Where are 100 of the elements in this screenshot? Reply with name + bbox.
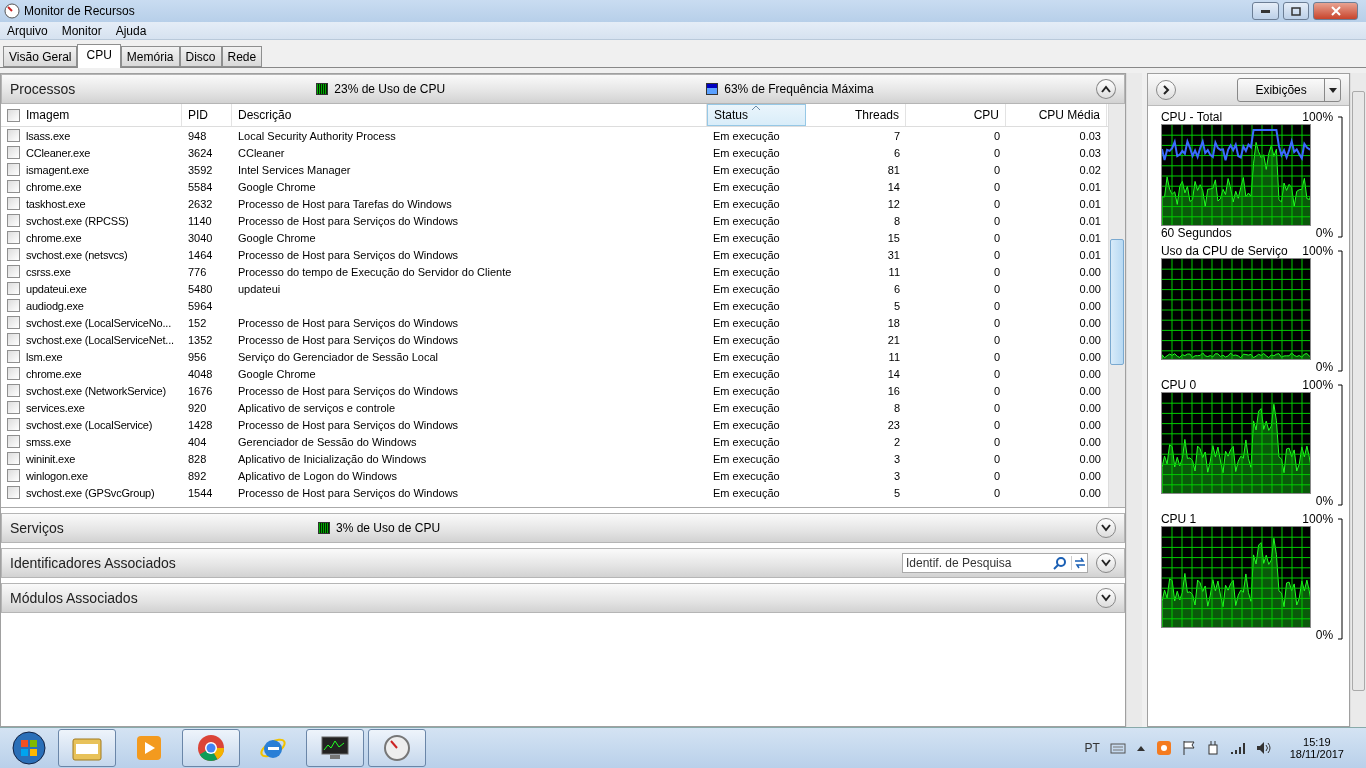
table-cell-text: svchost.exe (LocalServiceNet... (26, 333, 175, 346)
graph-title: CPU - Total (1160, 110, 1223, 124)
checkbox[interactable] (7, 265, 20, 278)
checkbox[interactable] (7, 163, 20, 176)
table-cell-text: Em execução (712, 248, 781, 261)
table-cell-text: Serviço do Gerenciador de Sessão Local (237, 350, 439, 363)
table-cell-text: Processo de Host para Serviços do Windows (237, 384, 460, 397)
gauge-icon (383, 734, 411, 762)
keyboard-icon[interactable] (1109, 742, 1126, 754)
checkbox[interactable] (7, 248, 20, 261)
tab[interactable]: Disco (179, 46, 222, 67)
expand-icon (1101, 559, 1111, 567)
table-cell-text: Em execução (712, 129, 781, 142)
checkbox[interactable] (7, 401, 20, 414)
checkbox[interactable] (7, 418, 20, 431)
expand-button[interactable] (1096, 553, 1116, 573)
checkbox[interactable] (7, 146, 20, 159)
table-cell-text: Aplicativo de Logon do Windows (237, 469, 398, 482)
checkbox[interactable] (7, 367, 20, 380)
search-field[interactable]: Identif. de Pesquisa (902, 553, 1088, 573)
collapse-button[interactable] (1096, 79, 1116, 99)
table-cell-text: 3040 (187, 231, 214, 244)
expand-button[interactable] (1096, 588, 1116, 608)
table-cell-text: 0.00 (1078, 367, 1102, 380)
checkbox[interactable] (7, 486, 20, 499)
table-cell-text: services.exe (26, 401, 86, 414)
expand-button[interactable] (1096, 518, 1116, 538)
maximize-button[interactable] (1283, 2, 1309, 20)
table-cell-text: chrome.exe (26, 180, 83, 193)
tab[interactable]: CPU (77, 44, 121, 68)
checkbox[interactable] (7, 350, 20, 363)
refresh-icon[interactable] (1071, 556, 1087, 570)
checkbox[interactable] (7, 435, 20, 448)
expand-panel-button[interactable] (1155, 79, 1176, 100)
graph-max-label: 100% (1302, 378, 1334, 392)
table-cell-text: 0.03 (1078, 129, 1102, 142)
table-cell-text: 0.01 (1078, 214, 1102, 227)
clock[interactable]: 15:19 18/11/2017 (1289, 736, 1344, 760)
gauge-icon (4, 3, 20, 19)
graph-min-label: 0% (1315, 494, 1334, 508)
table-cell-text: Em execução (712, 350, 781, 363)
section-header[interactable]: Processos 23% de Uso de CPU 63% de Frequência Máxima (1, 74, 1125, 104)
scrollbar[interactable] (1350, 73, 1366, 727)
minimize-button[interactable] (1252, 2, 1279, 20)
expand-icon (1101, 594, 1111, 602)
tab[interactable]: Memória (120, 46, 180, 67)
table-cell-text: 1428 (187, 418, 214, 431)
table-cell-text: lsm.exe (26, 350, 64, 363)
checkbox[interactable] (7, 214, 20, 227)
column-header[interactable]: Status (707, 104, 806, 126)
tab[interactable]: Rede (221, 46, 263, 67)
table-cell-text: Em execução (712, 231, 781, 244)
checkbox[interactable] (7, 333, 20, 346)
menu-item[interactable]: Arquivo (0, 23, 55, 38)
checkbox[interactable] (7, 180, 20, 193)
language-indicator[interactable]: PT (1084, 741, 1100, 755)
table-cell-text: 0.01 (1078, 197, 1102, 210)
checkbox[interactable] (7, 129, 20, 142)
table-cell-text: Em execução (712, 282, 781, 295)
section-header[interactable]: Identificadores Associados Identif. de Pesquisa (1, 548, 1125, 578)
table-cell-text: 5584 (187, 180, 214, 193)
power-plug-icon[interactable] (1205, 740, 1220, 756)
up-arrow-icon[interactable] (1135, 744, 1146, 752)
tab[interactable]: Visão Geral (3, 46, 78, 67)
views-button[interactable]: Exibições (1237, 77, 1342, 102)
taskbar-app[interactable] (306, 729, 364, 767)
table-cell-text: 0 (992, 214, 1001, 227)
table-cell-text: 404 (187, 435, 208, 448)
signal-icon[interactable] (1229, 741, 1246, 755)
checkbox[interactable] (7, 231, 20, 244)
checkbox[interactable] (7, 282, 20, 295)
menu-item[interactable]: Ajuda (108, 23, 154, 38)
table-cell-text: 21 (886, 333, 901, 346)
table-cell-text: 3624 (187, 146, 214, 159)
checkbox[interactable] (7, 452, 20, 465)
section-header[interactable]: Serviços 3% de Uso de CPU (1, 513, 1125, 543)
scrollbar[interactable] (1126, 73, 1142, 727)
table-cell-text: Aplicativo de Inicialização do Windows (237, 452, 428, 465)
table-cell-text: taskhost.exe (26, 197, 87, 210)
menu-item[interactable]: Monitor (54, 23, 109, 38)
checkbox[interactable] (7, 197, 20, 210)
checkbox[interactable] (7, 384, 20, 397)
table-cell-text: Em execução (712, 265, 781, 278)
table-cell-text: 0.00 (1078, 282, 1102, 295)
scrollbar[interactable] (1108, 104, 1125, 507)
speaker-icon[interactable] (1255, 741, 1272, 755)
checkbox[interactable] (7, 299, 20, 312)
flag-icon[interactable] (1181, 740, 1196, 756)
checkbox[interactable] (7, 316, 20, 329)
checkbox[interactable] (7, 108, 20, 122)
section-header[interactable]: Módulos Associados (1, 583, 1125, 613)
table-cell-text: 0.00 (1078, 384, 1102, 397)
close-button[interactable] (1313, 2, 1358, 20)
shield-icon[interactable] (1155, 740, 1172, 756)
table-cell-text: 0.01 (1078, 231, 1102, 244)
table-cell-text: 0 (992, 384, 1001, 397)
table-cell-text: chrome.exe (26, 231, 83, 244)
checkbox[interactable] (7, 469, 20, 482)
table-cell-text: 14 (886, 180, 901, 193)
table-cell-text: 11 (887, 265, 901, 278)
